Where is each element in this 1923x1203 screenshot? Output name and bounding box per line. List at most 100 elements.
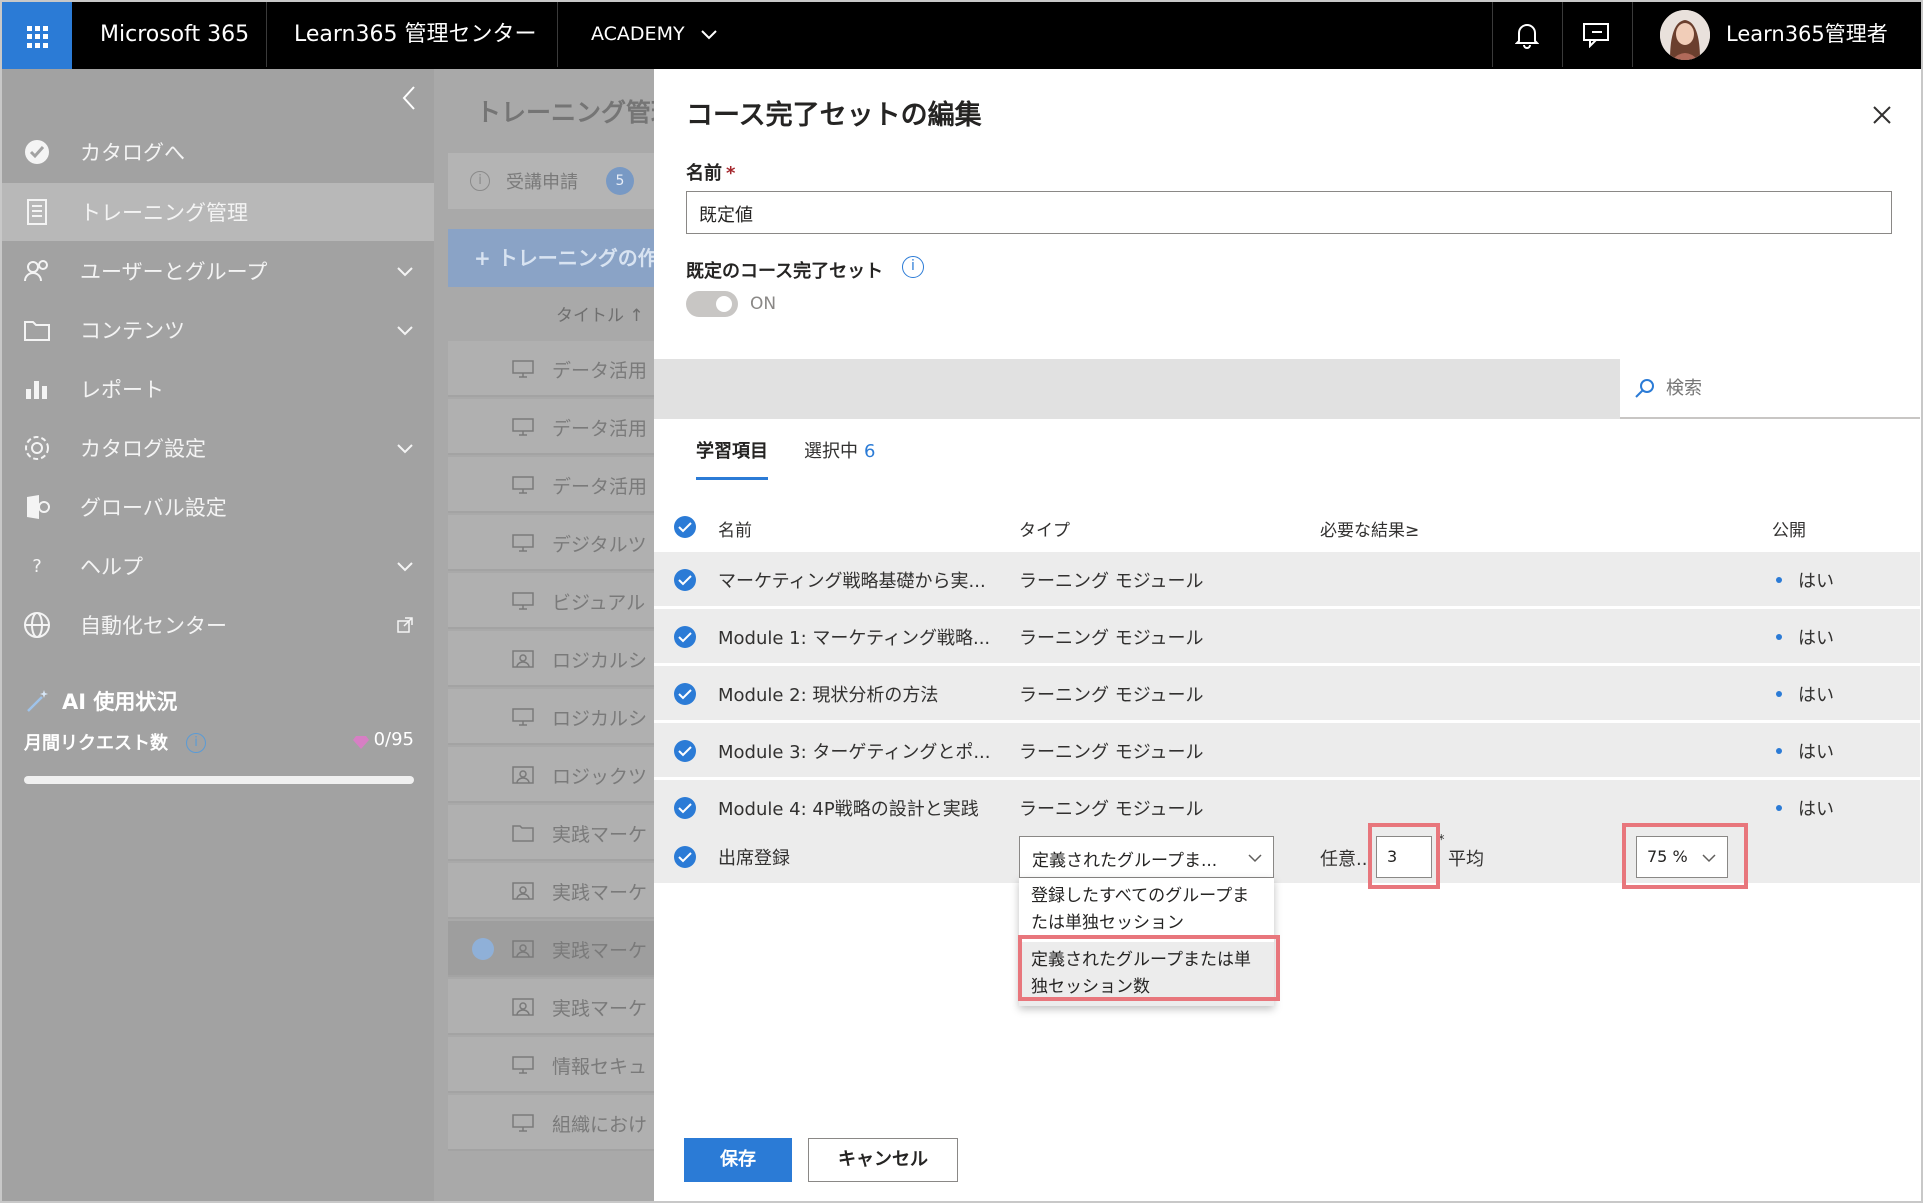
list-item-title: ロジカルシ — [552, 708, 648, 730]
select-all-checkbox[interactable] — [674, 516, 696, 538]
edit-completion-set-panel: コース完了セットの編集 名前* 既定値 既定のコース完了セット i ON 学習項… — [654, 69, 1920, 1201]
row-name: Module 2: 現状分析の方法 — [718, 685, 939, 706]
nav-item-catalog[interactable]: カタログへ — [2, 123, 434, 181]
people-icon — [22, 256, 52, 286]
avatar[interactable] — [1660, 10, 1710, 60]
nav-item-contents[interactable]: コンテンツ — [2, 301, 434, 359]
list-item[interactable]: ロジカルシ — [448, 631, 654, 687]
ai-usage-label: AI 使用状況 — [62, 690, 178, 714]
settings-app-icon — [22, 492, 52, 522]
name-field[interactable]: 既定値 — [686, 191, 1892, 234]
row-checkbox[interactable] — [674, 569, 696, 591]
list-item[interactable]: 組織におけ — [448, 1095, 654, 1151]
collapse-nav-button[interactable] — [394, 83, 424, 113]
selected-count: 6 — [864, 441, 876, 462]
tab-label: 選択中 — [804, 441, 858, 462]
row-name: 出席登録 — [718, 848, 790, 869]
brand-label[interactable]: Microsoft 365 — [100, 0, 249, 69]
column-name[interactable]: 名前 — [718, 516, 752, 541]
column-required-result[interactable]: 必要な結果≥ — [1320, 516, 1419, 541]
info-icon[interactable]: i — [902, 256, 924, 278]
tab-selected[interactable]: 選択中 6 — [804, 434, 875, 480]
list-item[interactable]: データ活用 — [448, 341, 654, 397]
table-row[interactable]: Module 3: ターゲティングとポ... ラーニング モジュール はい — [654, 723, 1920, 779]
default-set-toggle[interactable] — [686, 291, 738, 317]
highlight-percent-dropdown — [1622, 823, 1748, 889]
row-checkbox[interactable] — [674, 846, 696, 868]
published-dot-icon — [1776, 691, 1782, 697]
row-checkbox[interactable] — [674, 740, 696, 762]
attendance-type-dropdown[interactable]: 定義されたグループま... — [1019, 836, 1274, 878]
waffle-icon — [27, 26, 49, 48]
row-type: ラーニング モジュール — [1019, 628, 1204, 649]
close-icon[interactable] — [1870, 103, 1894, 127]
document-icon — [22, 197, 52, 227]
nav-label: ヘルプ — [80, 555, 143, 579]
table-row[interactable]: マーケティング戦略基礎から実... ラーニング モジュール はい — [654, 552, 1920, 608]
tab-enrollment-requests[interactable]: i 受講申請 5 — [448, 153, 654, 209]
nav-item-users[interactable]: ユーザーとグループ — [2, 242, 434, 300]
column-type[interactable]: タイプ — [1019, 516, 1070, 541]
chat-icon — [1583, 23, 1609, 48]
list-item[interactable]: ロジカルシ — [448, 689, 654, 745]
tenant-selector[interactable]: ACADEMY — [591, 0, 717, 69]
column-header-title[interactable]: タイトル ↑ — [556, 301, 644, 326]
row-checkbox[interactable] — [674, 626, 696, 648]
list-item-title: 実践マーケ — [552, 882, 648, 904]
row-checkbox[interactable] — [674, 797, 696, 819]
nav-item-reports[interactable]: レポート — [2, 360, 434, 418]
user-name[interactable]: Learn365管理者 — [1726, 0, 1888, 69]
list-item[interactable]: データ活用 — [448, 457, 654, 513]
list-item[interactable]: 実践マーケ — [448, 921, 654, 977]
nav-label: カタログへ — [80, 141, 185, 165]
nav-item-automation[interactable]: 自動化センター — [2, 596, 434, 654]
list-item[interactable]: デジタルツ — [448, 515, 654, 571]
nav-item-training[interactable]: トレーニング管理 — [2, 183, 434, 241]
nav-item-catalog-settings[interactable]: カタログ設定 — [2, 419, 434, 477]
feedback-button[interactable] — [1578, 16, 1616, 54]
info-icon[interactable]: i — [186, 733, 206, 753]
top-bar: Microsoft 365 Learn365 管理センター ACADEMY Le… — [0, 0, 1923, 69]
list-item[interactable]: 実践マーケ — [448, 979, 654, 1035]
selected-check-icon[interactable] — [472, 938, 494, 960]
list-item-title: データ活用 — [552, 360, 648, 382]
nav-item-help[interactable]: ? ヘルプ — [2, 537, 434, 595]
tab-learning-items[interactable]: 学習項目 — [696, 434, 768, 480]
dropdown-value: 定義されたグループま... — [1032, 851, 1218, 871]
nav-item-global-settings[interactable]: グローバル設定 — [2, 478, 434, 536]
default-set-label: 既定のコース完了セット — [686, 261, 884, 282]
column-published[interactable]: 公開 — [1772, 516, 1806, 541]
search-input[interactable] — [1666, 373, 1896, 403]
list-item[interactable]: 実践マーケ — [448, 805, 654, 861]
list-item[interactable]: 情報セキュ — [448, 1037, 654, 1093]
user-photo-icon — [1660, 10, 1710, 60]
highlight-count-input — [1368, 823, 1440, 889]
monthly-requests-progress-bar — [24, 776, 414, 784]
list-item[interactable]: ビジュアル — [448, 573, 654, 629]
list-item[interactable]: データ活用 — [448, 399, 654, 455]
notifications-button[interactable] — [1508, 16, 1546, 54]
dropdown-option-all-groups[interactable]: 登録したすべてのグループまたは単独セッション — [1019, 878, 1274, 942]
app-title[interactable]: Learn365 管理センター — [294, 0, 536, 69]
table-row[interactable]: Module 1: マーケティング戦略... ラーニング モジュール はい — [654, 609, 1920, 665]
row-checkbox[interactable] — [674, 683, 696, 705]
create-training-button[interactable]: + トレーニングの作成 — [448, 229, 654, 287]
background-page: トレーニング管理 i 受講申請 5 + トレーニングの作成 タイトル ↑ データ… — [434, 69, 654, 1201]
gear-icon — [22, 433, 52, 463]
monitor-icon — [512, 591, 534, 611]
nav-label: トレーニング管理 — [80, 201, 248, 225]
monitor-icon — [512, 475, 534, 495]
classroom-icon — [512, 765, 534, 785]
bar-chart-icon — [22, 374, 52, 404]
app-launcher-button[interactable] — [2, 2, 72, 69]
monitor-icon — [512, 359, 534, 379]
save-button[interactable]: 保存 — [684, 1138, 792, 1182]
search-box[interactable] — [1620, 359, 1920, 419]
row-name: Module 1: マーケティング戦略... — [718, 628, 991, 649]
count-badge: 5 — [606, 167, 634, 195]
list-item[interactable]: 実践マーケ — [448, 863, 654, 919]
cancel-button[interactable]: キャンセル — [808, 1138, 958, 1182]
chevron-down-icon — [700, 29, 717, 39]
list-item[interactable]: ロジックツ — [448, 747, 654, 803]
table-row[interactable]: Module 2: 現状分析の方法 ラーニング モジュール はい — [654, 666, 1920, 722]
